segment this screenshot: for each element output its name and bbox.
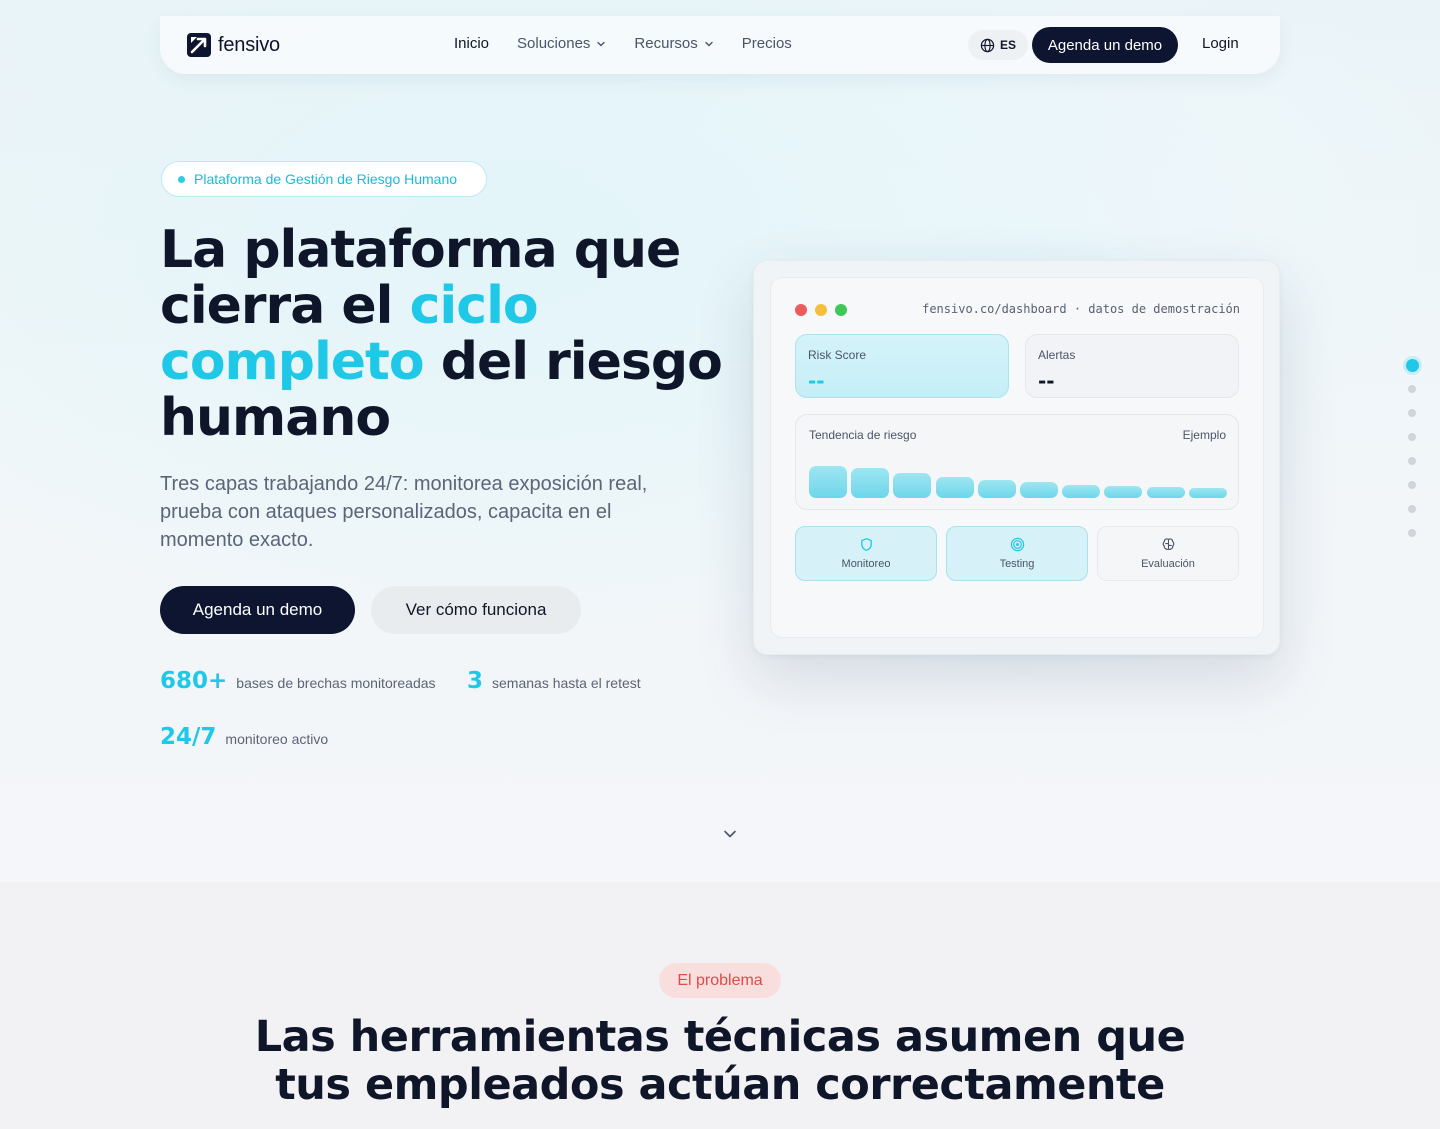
- window-close-dot: [795, 304, 807, 316]
- alerts-value: --: [1038, 369, 1055, 393]
- alerts-card: Alertas --: [1025, 334, 1239, 398]
- hero-subtitle: Tres capas trabajando 24/7: monitorea ex…: [160, 473, 648, 551]
- module-label: Testing: [999, 558, 1035, 570]
- module-evaluacion[interactable]: Evaluación: [1097, 526, 1239, 581]
- globe-icon: [980, 38, 995, 52]
- target-icon: [1010, 537, 1025, 552]
- nav-link-label: Soluciones: [517, 35, 591, 52]
- chevron-down-icon: [705, 41, 713, 46]
- nav-link-recursos[interactable]: Recursos: [634, 35, 713, 52]
- badge-text: Plataforma de Gestión de Riesgo Humano: [194, 171, 458, 187]
- trend-bar: [893, 473, 932, 498]
- trend-title: Tendencia de riesgo: [809, 428, 917, 442]
- window-controls: [795, 304, 847, 316]
- hero-title: La plataforma que cierra el ciclo comple…: [160, 222, 760, 446]
- chevron-down-icon: [597, 41, 606, 46]
- section-dot[interactable]: [1408, 385, 1416, 393]
- problem-tag: El problema: [659, 963, 781, 998]
- trend-bars: [809, 458, 1227, 498]
- stat-value: 680+: [160, 668, 228, 694]
- hero-badge: Plataforma de Gestión de Riesgo Humano: [161, 161, 487, 197]
- trend-bar: [1062, 485, 1101, 498]
- section-dot[interactable]: [1408, 409, 1416, 417]
- language-switcher[interactable]: ES: [968, 30, 1029, 60]
- module-label: Monitoreo: [841, 558, 891, 570]
- stat-label: bases de brechas monitoreadas: [236, 675, 436, 691]
- nav-link-precios[interactable]: Precios: [742, 35, 792, 52]
- top-nav: fensivo Inicio Soluciones Recursos Preci…: [160, 16, 1280, 74]
- stat-label: monitoreo activo: [225, 731, 329, 747]
- nav-link-label: Precios: [741, 35, 792, 52]
- shield-icon: [861, 538, 872, 551]
- stat-monitoring: 24/7 monitoreo activo: [160, 724, 328, 750]
- stat-value: 24/7: [160, 724, 217, 750]
- stat-label: semanas hasta el retest: [492, 675, 641, 691]
- section-dot[interactable]: [1408, 457, 1416, 465]
- risk-score-label: Risk Score: [808, 348, 867, 362]
- section-dot-active[interactable]: [1405, 359, 1419, 372]
- trend-bar: [935, 477, 974, 498]
- nav-links: Inicio Soluciones Recursos Precios: [454, 35, 820, 52]
- nav-demo-button[interactable]: Agenda un demo: [1032, 27, 1178, 63]
- trend-bar: [1020, 482, 1058, 498]
- dashboard-preview: fensivo.co/dashboard · datos de demostra…: [753, 260, 1280, 655]
- section-nav-dots: [1405, 359, 1419, 553]
- nav-link-label: Recursos: [634, 35, 698, 52]
- hero-demo-button[interactable]: Agenda un demo: [160, 586, 355, 634]
- dashboard-window: fensivo.co/dashboard · datos de demostra…: [770, 277, 1264, 638]
- trend-bar: [851, 468, 890, 498]
- section-dot[interactable]: [1408, 529, 1416, 537]
- scroll-down-chevron-icon[interactable]: [722, 828, 738, 840]
- trend-bar: [1146, 487, 1185, 498]
- stat-retest: 3 semanas hasta el retest: [467, 668, 641, 694]
- alerts-label: Alertas: [1038, 348, 1076, 362]
- dashboard-url: fensivo.co/dashboard · datos de demostra…: [922, 302, 1240, 316]
- problem-title: Las herramientas técnicas asumen que tus…: [254, 1012, 1186, 1110]
- section-dot[interactable]: [1408, 505, 1416, 513]
- stat-value: 3: [467, 668, 484, 694]
- trend-bar: [809, 466, 847, 498]
- window-minimize-dot: [815, 304, 827, 316]
- brand-logo[interactable]: fensivo: [186, 32, 280, 58]
- risk-score-value: --: [808, 369, 825, 393]
- nav-link-soluciones[interactable]: Soluciones: [517, 35, 606, 52]
- trend-bar: [1104, 486, 1143, 498]
- section-dot[interactable]: [1408, 481, 1416, 489]
- section-dot[interactable]: [1408, 433, 1416, 441]
- how-it-works-button[interactable]: Ver cómo funciona: [371, 586, 581, 634]
- brain-icon: [1162, 538, 1175, 550]
- risk-score-card: Risk Score --: [795, 334, 1009, 398]
- brand-name: fensivo: [218, 33, 280, 56]
- nav-link-label: Inicio: [454, 35, 490, 52]
- trend-tag: Ejemplo: [1182, 428, 1226, 442]
- window-maximize-dot: [835, 304, 847, 316]
- module-monitoreo[interactable]: Monitoreo: [795, 526, 937, 581]
- login-link[interactable]: Login: [1202, 35, 1239, 52]
- trend-bar: [977, 480, 1016, 498]
- language-code: ES: [1000, 38, 1017, 52]
- logo-icon: [187, 33, 211, 57]
- stat-breaches: 680+ bases de brechas monitoreadas: [160, 668, 436, 694]
- badge-dot: [178, 175, 185, 183]
- trend-card: Tendencia de riesgo Ejemplo: [795, 414, 1239, 510]
- nav-link-inicio[interactable]: Inicio: [454, 35, 489, 52]
- module-testing[interactable]: Testing: [946, 526, 1088, 581]
- module-label: Evaluación: [1141, 558, 1195, 570]
- trend-bar: [1188, 488, 1227, 498]
